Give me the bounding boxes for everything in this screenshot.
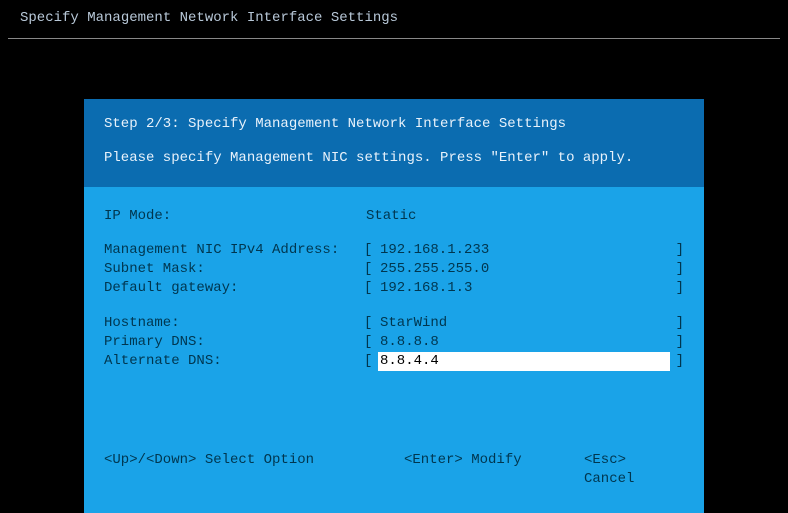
hostname-label: Hostname: [104, 314, 364, 333]
footer-hints: <Up>/<Down> Select Option <Enter> Modify… [104, 451, 684, 489]
hostname-value: StarWind [378, 314, 670, 333]
dialog: Step 2/3: Specify Management Network Int… [84, 99, 704, 513]
ip-mode-label: IP Mode: [104, 207, 364, 226]
ipv4-value: 192.168.1.233 [378, 241, 670, 260]
dns2-label: Alternate DNS: [104, 352, 364, 371]
hint-enter: <Enter> Modify [404, 451, 584, 489]
dialog-body: IP Mode: Static Management NIC IPv4 Addr… [84, 187, 704, 513]
hostname-row[interactable]: Hostname: [ StarWind ] [104, 314, 684, 333]
dns2-row[interactable]: Alternate DNS: [ 8.8.4.4 ] [104, 352, 684, 371]
subnet-label: Subnet Mask: [104, 260, 364, 279]
bracket-right-icon: ] [670, 279, 684, 298]
dns1-label: Primary DNS: [104, 333, 364, 352]
dns2-input[interactable]: 8.8.4.4 [378, 352, 670, 371]
bracket-right-icon: ] [670, 260, 684, 279]
ip-mode-value: Static [364, 207, 684, 226]
subnet-value: 255.255.255.0 [378, 260, 670, 279]
gateway-value: 192.168.1.3 [378, 279, 670, 298]
hint-up-down: <Up>/<Down> Select Option [104, 451, 404, 489]
bracket-right-icon: ] [670, 333, 684, 352]
bracket-right-icon: ] [670, 314, 684, 333]
gateway-row[interactable]: Default gateway: [ 192.168.1.3 ] [104, 279, 684, 298]
step-line: Step 2/3: Specify Management Network Int… [104, 113, 684, 137]
dns1-row[interactable]: Primary DNS: [ 8.8.8.8 ] [104, 333, 684, 352]
instruction-line: Please specify Management NIC settings. … [104, 147, 684, 171]
dns1-value: 8.8.8.8 [378, 333, 670, 352]
bracket-left-icon: [ [364, 241, 378, 260]
subnet-row[interactable]: Subnet Mask: [ 255.255.255.0 ] [104, 260, 684, 279]
gateway-label: Default gateway: [104, 279, 364, 298]
dialog-header: Step 2/3: Specify Management Network Int… [84, 99, 704, 187]
bracket-left-icon: [ [364, 260, 378, 279]
bracket-left-icon: [ [364, 314, 378, 333]
bracket-right-icon: ] [670, 241, 684, 260]
ipv4-label: Management NIC IPv4 Address: [104, 241, 364, 260]
bracket-right-icon: ] [670, 352, 684, 371]
bracket-left-icon: [ [364, 352, 378, 371]
ipv4-row[interactable]: Management NIC IPv4 Address: [ 192.168.1… [104, 241, 684, 260]
bracket-left-icon: [ [364, 279, 378, 298]
ip-mode-row[interactable]: IP Mode: Static [104, 207, 684, 226]
divider [8, 38, 780, 39]
page-title: Specify Management Network Interface Set… [0, 0, 788, 38]
hint-esc: <Esc> Cancel [584, 451, 684, 489]
bracket-left-icon: [ [364, 333, 378, 352]
